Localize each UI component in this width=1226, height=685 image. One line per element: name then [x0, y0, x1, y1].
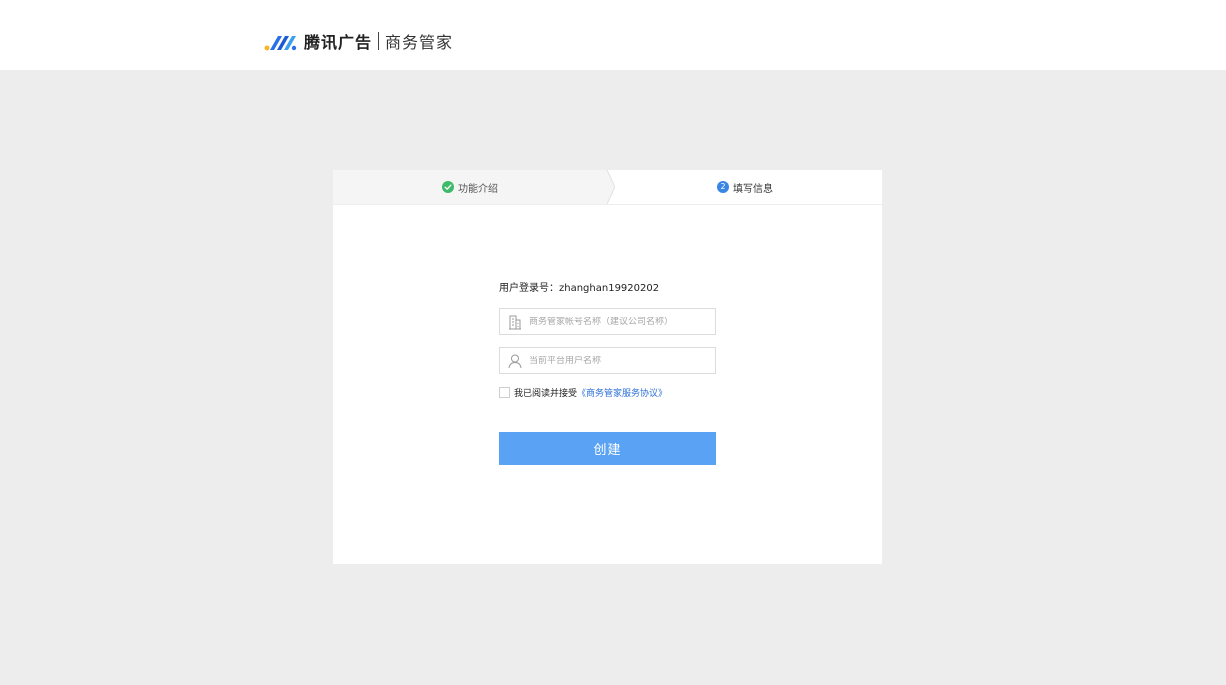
step-feature-intro: 功能介绍 [442, 170, 498, 204]
agreement-text: 我已阅读并接受 [514, 388, 578, 399]
login-account-line: 用户登录号：zhanghan19920202 [499, 282, 716, 296]
account-name-input[interactable] [529, 316, 699, 327]
brand[interactable]: 腾讯广告 商务管家 [264, 28, 453, 54]
building-icon [509, 315, 521, 329]
step-number-badge: 2 [717, 181, 729, 193]
username-input[interactable] [529, 355, 699, 366]
create-account-card: 功能介绍 2 填写信息 用户登录号：zhanghan19920202 商务管家帐… [333, 170, 882, 564]
top-bar: 腾讯广告 商务管家 [0, 0, 1226, 70]
step-label: 功能介绍 [458, 183, 498, 195]
create-account-form: 用户登录号：zhanghan19920202 我已阅读并接受 《商务管家服务协议… [499, 282, 716, 465]
agreement-row: 我已阅读并接受 《商务管家服务协议》 [499, 385, 667, 399]
step-label: 填写信息 [733, 183, 773, 195]
brand-name: 腾讯广告 [304, 33, 373, 52]
step-separator-arrow [595, 170, 615, 204]
product-name: 商务管家 [385, 33, 454, 52]
brand-divider [378, 32, 380, 50]
service-agreement-link[interactable]: 《商务管家服务协议》 [577, 386, 667, 399]
check-circle-icon [442, 181, 454, 193]
create-button[interactable]: 创建 [499, 432, 716, 465]
tencent-ads-logo-icon [264, 36, 297, 51]
step-fill-info: 2 填写信息 [717, 170, 773, 204]
user-icon [508, 354, 522, 368]
agreement-checkbox[interactable] [499, 386, 510, 398]
account-label: 用户登录号： [499, 283, 559, 294]
step-indicator: 功能介绍 2 填写信息 [333, 170, 882, 205]
account-value: zhanghan19920202 [559, 283, 660, 294]
account-name-field[interactable] [499, 308, 716, 335]
username-field[interactable] [499, 347, 716, 374]
